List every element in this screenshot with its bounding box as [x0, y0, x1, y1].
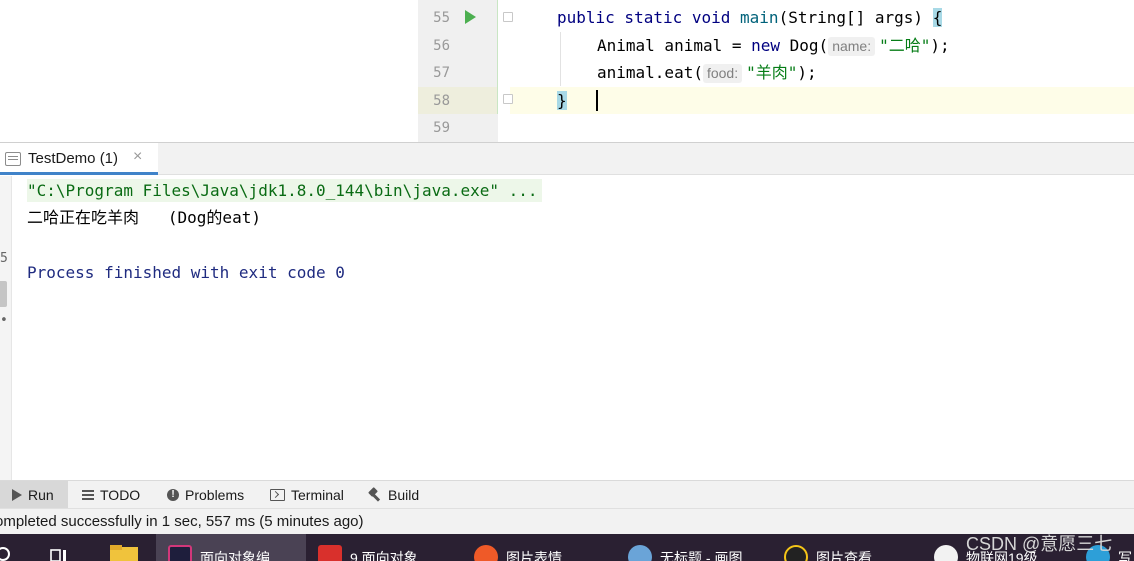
parameter-hint: name: [828, 37, 876, 56]
current-line-highlight [510, 87, 1134, 114]
code-token: public static void [557, 8, 741, 27]
taskbar-item-label: 9.面向对象 [350, 550, 418, 561]
tool-window-label: Problems [185, 487, 245, 503]
run-icon [12, 489, 22, 501]
editor-left-blank [0, 0, 418, 142]
taskbar-item-intellij[interactable]: 面向对象编 [156, 534, 306, 561]
taskbar-item-label: 无标题 - 画图 [660, 550, 743, 561]
code-token: ); [930, 36, 950, 55]
os-taskbar: 面向对象编 9.面向对象 图片表情 无标题 - 画图 图片查看 物联网19级 写 [0, 534, 1134, 561]
run-tab-bar: TestDemo (1) × [0, 143, 1134, 175]
tool-window-bar: Run TODO ! Problems Terminal Build [0, 480, 1134, 509]
taskbar-item-label: 图片查看 [816, 550, 872, 561]
taskbar-item-image-viewer[interactable]: 图片查看 [784, 534, 872, 561]
code-token: animal.eat( [597, 63, 703, 82]
tool-window-label: Run [28, 487, 54, 503]
line-number: 57 [433, 65, 450, 81]
tool-window-run[interactable]: Run [0, 481, 68, 509]
code-token: "二哈" [879, 36, 931, 55]
tool-window-label: Build [388, 487, 420, 503]
taskbar-item-wps[interactable]: 9.面向对象 [318, 534, 418, 561]
tool-window-terminal[interactable]: Terminal [270, 481, 344, 509]
gutter-glyph: 5 [0, 251, 8, 266]
run-main-icon[interactable] [465, 10, 476, 24]
code-token: (String[] args) [778, 8, 933, 27]
tool-window-problems[interactable]: ! Problems [167, 481, 244, 509]
taskbar-item-label: 图片表情 [506, 550, 562, 561]
tool-window-build[interactable]: Build [368, 481, 419, 509]
console-exit-line: Process finished with exit code 0 [27, 263, 345, 282]
build-icon [368, 488, 382, 502]
indent-guide [560, 32, 561, 86]
line-number: 55 [433, 10, 450, 26]
paint-icon [628, 545, 652, 561]
status-message[interactable]: ompleted successfully in 1 sec, 557 ms (… [0, 513, 364, 530]
code-line[interactable]: Animal animal = new Dog(name: "二哈"); [597, 35, 950, 57]
console-command-line[interactable]: "C:\Program Files\Java\jdk1.8.0_144\bin\… [27, 179, 542, 202]
code-line[interactable]: public static void main(String[] args) { [557, 7, 943, 29]
close-icon[interactable]: × [133, 148, 142, 166]
run-tab-testdemo[interactable]: TestDemo (1) × [0, 143, 158, 175]
problems-icon: ! [167, 489, 179, 501]
intellij-icon [168, 545, 192, 561]
line-number: 56 [433, 38, 450, 54]
code-token: "羊肉" [746, 63, 798, 82]
watermark: CSDN @意愿三七 [966, 534, 1113, 554]
code-line[interactable]: } [557, 90, 567, 112]
taskbar-item-label: 写 [1118, 550, 1132, 561]
search-icon[interactable] [0, 545, 14, 561]
qq-icon [784, 545, 808, 561]
console-side-button[interactable] [0, 281, 7, 307]
fold-icon[interactable] [503, 94, 513, 104]
file-explorer-icon[interactable] [110, 545, 138, 561]
code-token: new [751, 36, 790, 55]
code-token: ); [797, 63, 817, 82]
line-number: 58 [433, 93, 450, 109]
parameter-hint: food: [702, 64, 743, 83]
console-output-line: 二哈正在吃羊肉 (Dog的eat) [27, 208, 261, 227]
fold-icon[interactable] [503, 12, 513, 22]
code-token: Animal animal = [597, 36, 752, 55]
gutter-glyph: • [0, 313, 8, 328]
tool-window-todo[interactable]: TODO [82, 481, 140, 509]
taskbar-item-sogou[interactable]: 图片表情 [474, 534, 562, 561]
terminal-icon [270, 489, 285, 501]
tool-window-label: Terminal [291, 487, 344, 503]
code-token: { [932, 8, 943, 27]
chat-icon [934, 545, 958, 561]
line-number: 59 [433, 120, 450, 136]
todo-icon [82, 490, 94, 500]
task-view-icon[interactable] [50, 545, 68, 561]
taskbar-item-paint[interactable]: 无标题 - 画图 [628, 534, 742, 561]
taskbar-item-label: 面向对象编 [200, 550, 270, 561]
run-tab-label: TestDemo (1) [28, 150, 119, 167]
console-toolbar: 5 • [0, 176, 12, 480]
code-line[interactable]: animal.eat(food: "羊肉"); [597, 62, 817, 84]
console-icon [5, 152, 21, 166]
code-token: main [740, 8, 779, 27]
tool-window-label: TODO [100, 487, 141, 503]
status-bar: ompleted successfully in 1 sec, 557 ms (… [0, 508, 1134, 534]
active-tab-indicator [0, 172, 158, 175]
wps-icon [318, 545, 342, 561]
sogou-icon [474, 545, 498, 561]
code-token: Dog( [789, 36, 829, 55]
text-caret [596, 90, 598, 111]
code-token: } [557, 91, 567, 110]
